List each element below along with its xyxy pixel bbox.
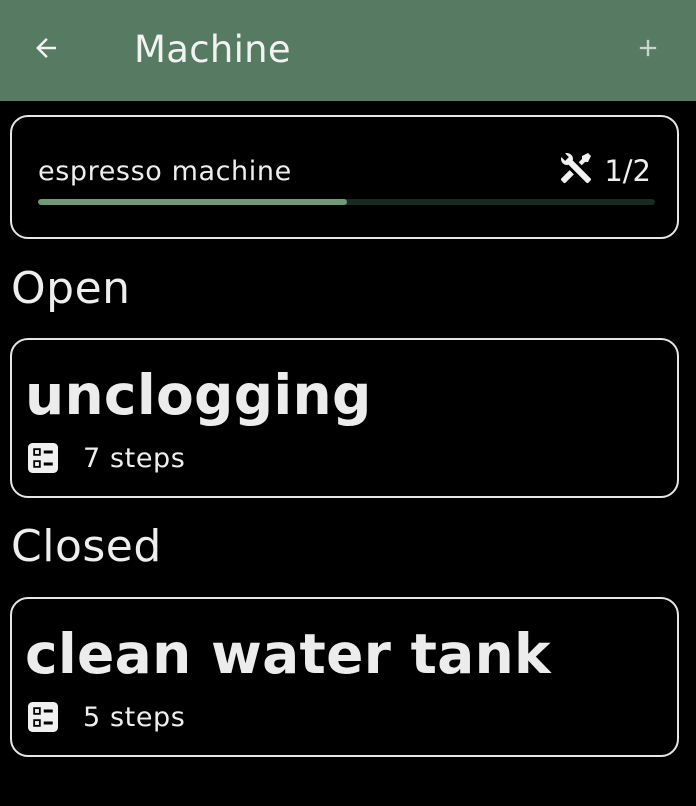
progress-bar <box>38 199 655 205</box>
section-heading-closed: Closed <box>11 521 162 572</box>
machine-name: espresso machine <box>38 156 292 187</box>
tools-icon <box>558 150 604 193</box>
task-steps-label: 7 steps <box>83 442 186 474</box>
page-title: Machine <box>134 28 291 71</box>
task-steps: 5 steps <box>25 697 185 737</box>
progress-bar-fill <box>38 199 347 205</box>
progress-indicator: 1/2 <box>558 152 651 189</box>
back-button[interactable] <box>24 28 68 72</box>
task-title: unclogging <box>25 363 372 427</box>
list-icon <box>25 699 61 735</box>
task-card-unclogging[interactable]: unclogging 7 steps <box>10 338 679 498</box>
arrow-left-icon <box>31 33 61 67</box>
task-card-clean-water-tank[interactable]: clean water tank 5 steps <box>10 597 679 757</box>
task-steps-label: 5 steps <box>83 701 186 733</box>
section-heading-open: Open <box>11 263 131 314</box>
list-icon <box>25 440 61 476</box>
task-steps: 7 steps <box>25 438 185 478</box>
task-title: clean water tank <box>25 622 551 686</box>
machine-card[interactable]: espresso machine 1/2 <box>10 115 679 239</box>
progress-count-label: 1/2 <box>604 154 651 188</box>
add-button[interactable] <box>626 28 670 72</box>
plus-icon <box>634 34 662 66</box>
app-bar: Machine <box>0 0 696 101</box>
